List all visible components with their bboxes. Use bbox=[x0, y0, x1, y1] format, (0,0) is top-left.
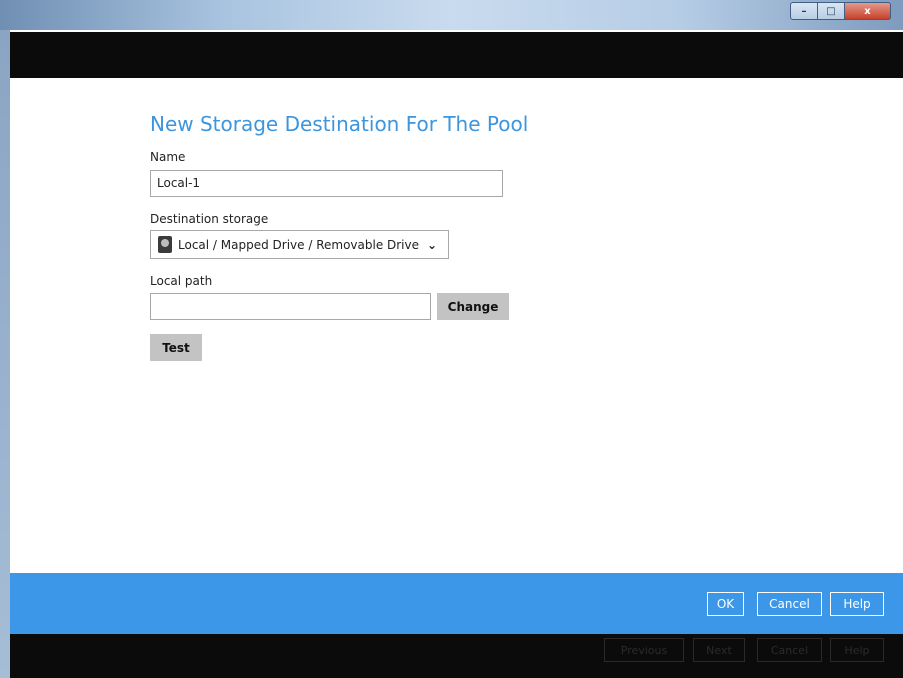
destination-storage-label: Destination storage bbox=[150, 212, 269, 226]
change-button[interactable]: Change bbox=[437, 293, 509, 320]
ok-button[interactable]: OK bbox=[707, 592, 744, 616]
wizard-previous-button: Previous bbox=[604, 638, 684, 662]
dialog-content bbox=[10, 78, 903, 573]
destination-storage-value: Local / Mapped Drive / Removable Drive bbox=[178, 237, 420, 252]
app-header-band bbox=[10, 32, 903, 78]
local-path-label: Local path bbox=[150, 274, 213, 288]
test-button[interactable]: Test bbox=[150, 334, 202, 361]
name-label: Name bbox=[150, 150, 186, 164]
cancel-button[interactable]: Cancel bbox=[757, 592, 822, 616]
close-button[interactable]: x bbox=[845, 2, 891, 20]
wizard-cancel-button: Cancel bbox=[757, 638, 822, 662]
chevron-down-icon: ⌄ bbox=[427, 237, 438, 252]
page-title: New Storage Destination For The Pool bbox=[150, 112, 529, 136]
window-controls: – □ x bbox=[790, 2, 891, 20]
window-frame-left bbox=[0, 30, 10, 678]
local-path-input[interactable] bbox=[150, 293, 431, 320]
window-title-bar: – □ x bbox=[0, 0, 903, 30]
name-input[interactable]: Local-1 bbox=[150, 170, 503, 197]
help-button[interactable]: Help bbox=[830, 592, 884, 616]
wizard-help-button: Help bbox=[830, 638, 884, 662]
hard-drive-icon bbox=[158, 236, 172, 253]
minimize-button[interactable]: – bbox=[790, 2, 818, 20]
destination-storage-select[interactable]: Local / Mapped Drive / Removable Drive ⌄ bbox=[150, 230, 449, 259]
maximize-button[interactable]: □ bbox=[818, 2, 845, 20]
wizard-next-button: Next bbox=[693, 638, 745, 662]
